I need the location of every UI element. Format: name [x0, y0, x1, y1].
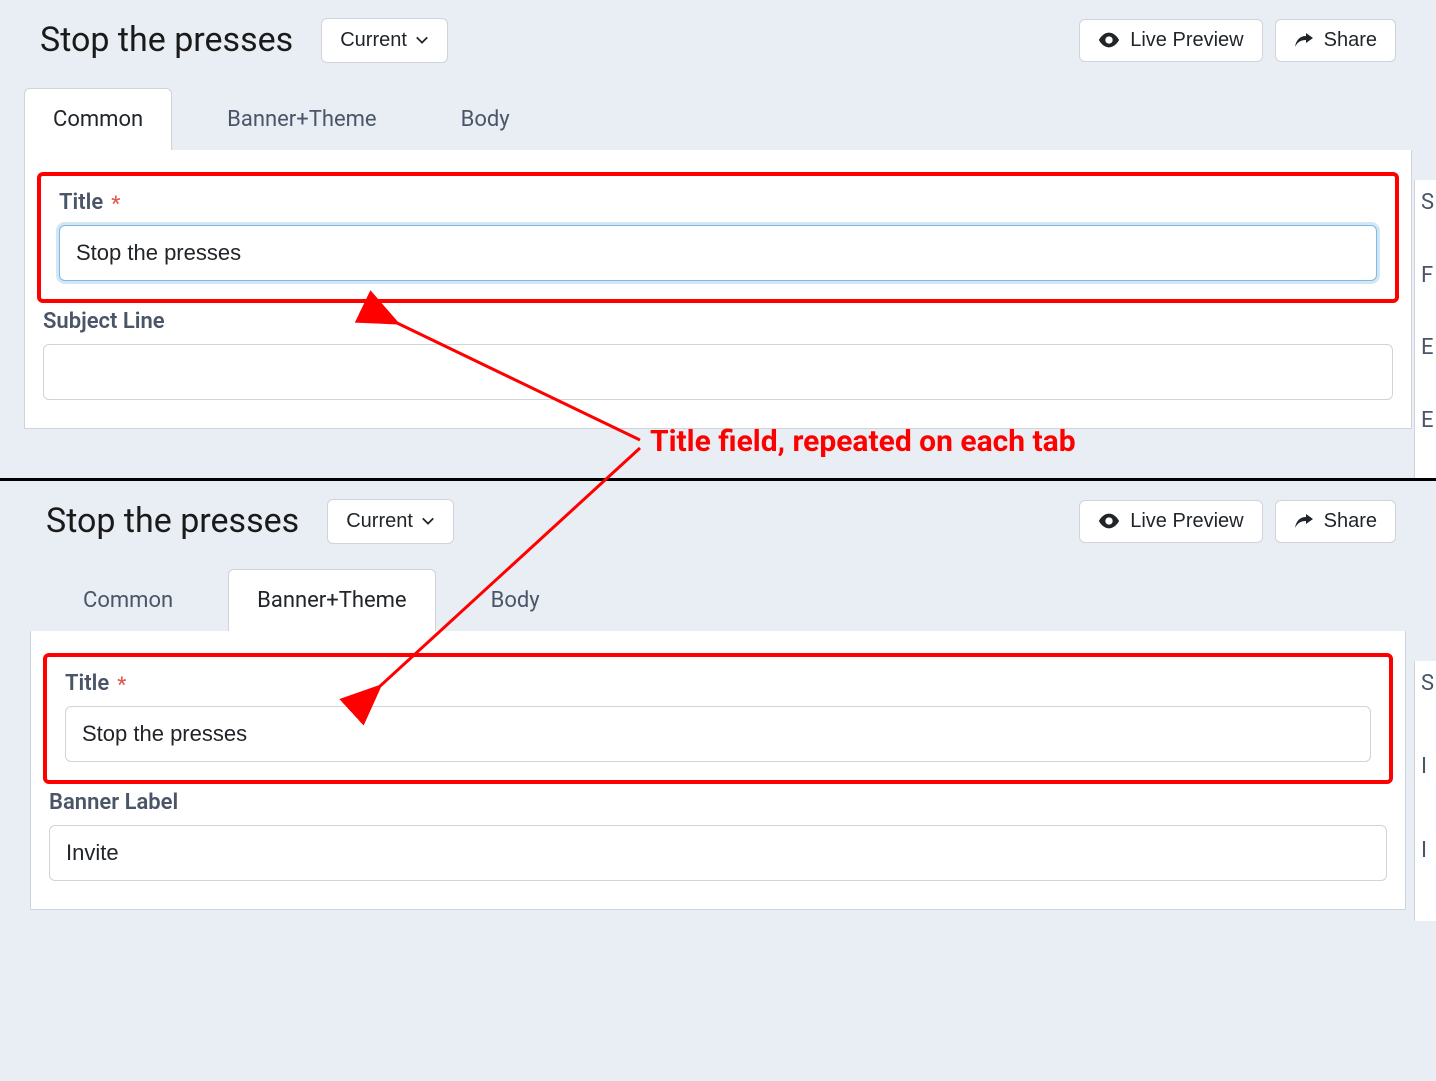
banner-label-input[interactable]	[49, 825, 1387, 881]
banner-label-label: Banner Label	[31, 790, 1405, 815]
page-title: Stop the presses	[46, 501, 299, 541]
side-peek-letter: E	[1415, 335, 1436, 408]
side-peek-letter: S	[1415, 671, 1436, 754]
share-button[interactable]: Share	[1275, 19, 1396, 62]
tab-common[interactable]: Common	[54, 569, 202, 631]
chevron-down-icon	[415, 33, 429, 47]
tabs-row: Common Banner+Theme Body	[30, 561, 1436, 631]
form-panel-common: Title * Subject Line	[24, 150, 1412, 429]
tab-body[interactable]: Body	[432, 88, 539, 150]
header-bar: Stop the presses Current Live Preview Sh…	[0, 0, 1436, 80]
required-star-icon: *	[111, 191, 120, 215]
tabs-row: Common Banner+Theme Body	[0, 80, 1436, 150]
share-icon	[1294, 512, 1314, 530]
title-input[interactable]	[65, 706, 1371, 762]
side-peek-letter: F	[1415, 263, 1436, 336]
chevron-down-icon	[421, 514, 435, 528]
subject-line-input[interactable]	[43, 344, 1393, 400]
annotation-highlight-box: Title *	[37, 172, 1399, 303]
header-bar: Stop the presses Current Live Preview Sh…	[0, 481, 1436, 561]
title-field-label: Title *	[53, 671, 1383, 696]
title-input[interactable]	[59, 225, 1377, 281]
side-peek-letter: E	[1415, 408, 1436, 481]
side-peek-letter: I	[1415, 838, 1436, 921]
title-field-label: Title *	[47, 190, 1389, 215]
eye-icon	[1098, 513, 1120, 529]
tab-body[interactable]: Body	[462, 569, 569, 631]
share-button[interactable]: Share	[1275, 500, 1396, 543]
share-label: Share	[1324, 510, 1377, 533]
live-preview-label: Live Preview	[1130, 29, 1243, 52]
subject-line-label: Subject Line	[25, 309, 1411, 334]
live-preview-button[interactable]: Live Preview	[1079, 500, 1262, 543]
version-label: Current	[346, 510, 413, 533]
required-star-icon: *	[117, 672, 126, 696]
share-label: Share	[1324, 29, 1377, 52]
version-dropdown[interactable]: Current	[321, 18, 448, 63]
sidebar-peek: S I I	[1414, 661, 1436, 921]
version-dropdown[interactable]: Current	[327, 499, 454, 544]
live-preview-label: Live Preview	[1130, 510, 1243, 533]
tab-common[interactable]: Common	[24, 88, 172, 150]
live-preview-button[interactable]: Live Preview	[1079, 19, 1262, 62]
form-panel-banner-theme: Title * Banner Label	[30, 631, 1406, 910]
annotation-label: Title field, repeated on each tab	[650, 424, 1076, 459]
side-peek-letter: S	[1415, 190, 1436, 263]
editor-view-common: Stop the presses Current Live Preview Sh…	[0, 0, 1436, 429]
editor-view-banner-theme: Stop the presses Current Live Preview Sh…	[0, 478, 1436, 910]
page-title: Stop the presses	[40, 20, 293, 60]
title-label-text: Title	[59, 190, 103, 215]
annotation-highlight-box: Title *	[43, 653, 1393, 784]
side-peek-letter: I	[1415, 754, 1436, 837]
sidebar-peek: S F E E	[1414, 180, 1436, 480]
tab-banner-theme[interactable]: Banner+Theme	[198, 88, 405, 150]
version-label: Current	[340, 29, 407, 52]
eye-icon	[1098, 32, 1120, 48]
title-label-text: Title	[65, 671, 109, 696]
tab-banner-theme[interactable]: Banner+Theme	[228, 569, 435, 631]
share-icon	[1294, 31, 1314, 49]
